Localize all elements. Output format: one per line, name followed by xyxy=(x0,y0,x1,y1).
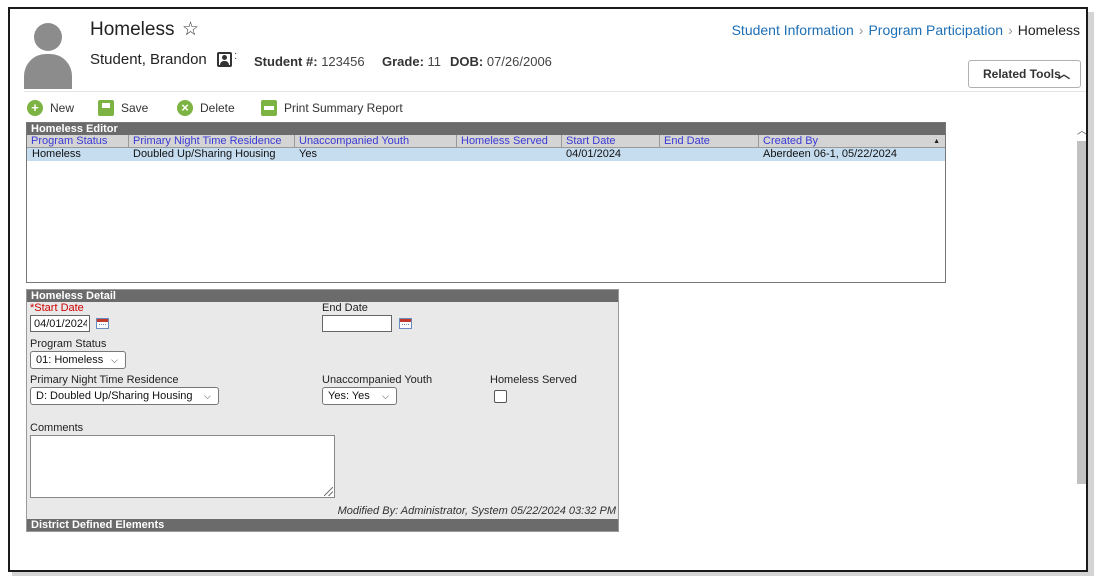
cell-homeless-served xyxy=(457,148,461,161)
star-icon[interactable]: ☆ xyxy=(182,18,199,41)
unaccompanied-youth-value: Yes: Yes xyxy=(328,390,370,402)
unaccompanied-youth-select[interactable]: Yes: Yes ⌵ xyxy=(322,387,397,405)
homeless-served-label: Homeless Served xyxy=(490,374,577,386)
chevron-right-icon: › xyxy=(858,22,864,38)
column-homeless-served[interactable]: Homeless Served xyxy=(456,135,561,148)
student-number-label: Student #: xyxy=(254,54,318,69)
window-shadow-right xyxy=(1088,12,1094,574)
cell-primary-night-time-residence: Doubled Up/Sharing Housing xyxy=(133,148,276,160)
window-shadow-bottom xyxy=(12,572,1094,576)
chevron-down-icon: ⌵ xyxy=(111,355,118,365)
table-row[interactable]: Homeless Doubled Up/Sharing Housing Yes … xyxy=(27,148,945,161)
student-avatar xyxy=(24,23,72,89)
column-start-date[interactable]: Start Date xyxy=(561,135,659,148)
page-title: Homeless xyxy=(90,19,175,40)
save-button[interactable]: Save xyxy=(98,98,148,118)
program-status-label: Program Status xyxy=(30,338,107,350)
app-window: Homeless ☆ Student, Brandon · · Student #… xyxy=(8,7,1088,572)
student-number: Student #: 123456 xyxy=(254,54,365,69)
save-icon xyxy=(98,99,114,116)
cell-start-date: 04/01/2024 xyxy=(566,148,622,160)
chevron-down-icon: ⌵ xyxy=(204,391,211,401)
grade-label: Grade: xyxy=(382,54,424,69)
delete-label: Delete xyxy=(200,101,235,115)
end-date-label: End Date xyxy=(322,302,368,314)
residence-select[interactable]: D: Doubled Up/Sharing Housing ⌵ xyxy=(30,387,219,405)
cell-end-date xyxy=(660,148,664,161)
related-tools-label: Related Tools xyxy=(983,67,1061,81)
editor-title: Homeless Editor xyxy=(27,123,945,135)
breadcrumb-student-information[interactable]: Student Information xyxy=(732,22,854,38)
delete-button[interactable]: × Delete xyxy=(177,98,235,118)
end-date-input[interactable] xyxy=(322,315,392,332)
cell-unaccompanied-youth: Yes xyxy=(299,148,317,160)
contact-card-icon[interactable] xyxy=(217,52,232,67)
column-primary-night-time-residence[interactable]: Primary Night Time Residence xyxy=(128,135,294,148)
calendar-icon[interactable] xyxy=(399,318,412,329)
scroll-up-icon[interactable]: ︿ xyxy=(1076,125,1086,139)
print-label: Print Summary Report xyxy=(284,101,403,115)
program-status-select[interactable]: 01: Homeless ⌵ xyxy=(30,351,126,369)
detail-title: Homeless Detail xyxy=(27,290,618,302)
breadcrumb-homeless: Homeless xyxy=(1017,22,1080,38)
x-circle-icon: × xyxy=(177,99,193,116)
print-icon xyxy=(261,99,277,116)
new-label: New xyxy=(50,101,75,115)
modified-by: Modified By: Administrator, System 05/22… xyxy=(337,505,616,517)
breadcrumb: Student Information › Program Participatio… xyxy=(732,22,1080,38)
plus-circle-icon: + xyxy=(27,99,43,116)
scrollbar-thumb[interactable] xyxy=(1077,141,1086,484)
start-date-input[interactable] xyxy=(30,315,90,332)
breadcrumb-program-participation[interactable]: Program Participation xyxy=(868,22,1003,38)
cell-program-status: Homeless xyxy=(32,148,81,160)
homeless-served-checkbox[interactable] xyxy=(494,390,507,403)
contact-card-icon-dots: · · xyxy=(234,48,238,64)
calendar-icon[interactable] xyxy=(96,318,109,329)
dob-value: 07/26/2006 xyxy=(486,54,552,69)
save-label: Save xyxy=(121,101,149,115)
chevron-down-icon: ⌵ xyxy=(382,391,389,401)
grade-value: 11 xyxy=(427,54,442,69)
homeless-detail: Homeless Detail *Start Date End Date Pro… xyxy=(26,289,619,532)
column-program-status[interactable]: Program Status xyxy=(27,135,128,148)
new-button[interactable]: + New xyxy=(27,98,74,118)
student-dob: DOB: 07/26/2006 xyxy=(450,54,552,69)
column-unaccompanied-youth[interactable]: Unaccompanied Youth xyxy=(294,135,456,148)
residence-label: Primary Night Time Residence xyxy=(30,374,179,386)
student-name: Student, Brandon xyxy=(90,51,207,68)
grid-header: Program Status Primary Night Time Reside… xyxy=(27,135,945,148)
district-defined-elements-header[interactable]: District Defined Elements xyxy=(27,519,618,531)
sort-arrow-icon: ▲ xyxy=(933,138,940,145)
student-number-value: 123456 xyxy=(321,54,365,69)
student-grade: Grade: 11 xyxy=(382,54,441,69)
residence-value: D: Doubled Up/Sharing Housing xyxy=(36,390,193,402)
column-created-by[interactable]: Created By ▲ xyxy=(758,135,945,148)
homeless-editor: Homeless Editor Program Status Primary N… xyxy=(26,122,946,283)
resize-grip-icon[interactable] xyxy=(324,487,333,496)
print-summary-report-button[interactable]: Print Summary Report xyxy=(261,98,403,118)
header-divider xyxy=(24,91,1086,92)
related-tools-button[interactable]: Related Tools ︿ xyxy=(968,60,1081,88)
dob-label: DOB: xyxy=(450,54,484,69)
column-end-date[interactable]: End Date xyxy=(659,135,758,148)
start-date-label: *Start Date xyxy=(30,302,84,314)
column-created-by-label: Created By xyxy=(763,135,819,147)
chevron-right-icon: › xyxy=(1008,22,1013,38)
cell-created-by: Aberdeen 06-1, 05/22/2024 xyxy=(763,148,897,160)
chevron-up-icon: ︿ xyxy=(1057,67,1070,81)
comments-label: Comments xyxy=(30,422,84,434)
unaccompanied-youth-label: Unaccompanied Youth xyxy=(322,374,433,386)
comments-textarea[interactable] xyxy=(30,435,335,498)
program-status-value: 01: Homeless xyxy=(36,354,104,366)
